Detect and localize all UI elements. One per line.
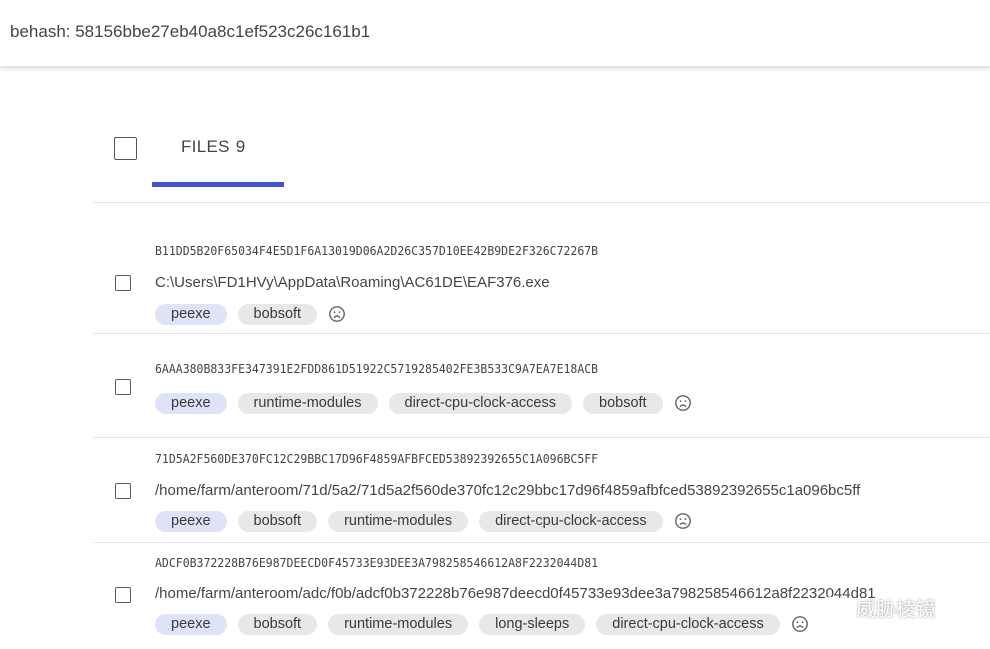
tag[interactable]: bobsoft xyxy=(237,303,318,325)
tag[interactable]: bobsoft xyxy=(583,392,663,414)
row-checkbox[interactable] xyxy=(115,379,131,395)
tag-list: peexe bobsoft runtime-modules long-sleep… xyxy=(155,613,809,635)
file-hash[interactable]: ADCF0B372228B76E987DEECD0F45733E93DEE3A7… xyxy=(155,555,598,570)
tag-list: peexe bobsoft runtime-modules direct-cpu… xyxy=(155,510,692,532)
tag[interactable]: direct-cpu-clock-access xyxy=(388,392,573,414)
watermark-text: 威胁棱镜 xyxy=(856,599,936,621)
tag[interactable]: peexe xyxy=(155,613,227,635)
tab-active-indicator xyxy=(152,182,284,187)
tag-list: peexe bobsoft xyxy=(155,303,346,325)
file-hash[interactable]: 6AAA380B833FE347391E2FDD861D51922C571928… xyxy=(155,361,598,376)
file-path: /home/farm/anteroom/71d/5a2/71d5a2f560de… xyxy=(155,482,861,499)
select-all-checkbox[interactable] xyxy=(114,137,137,160)
file-hash[interactable]: 71D5A2F560DE370FC12C29BBC17D96F4859AFBFC… xyxy=(155,451,598,466)
tab-files-count: 9 xyxy=(235,137,246,156)
sad-face-icon[interactable] xyxy=(328,305,346,323)
tag[interactable]: peexe xyxy=(155,510,227,532)
tag[interactable]: direct-cpu-clock-access xyxy=(479,510,663,532)
tag[interactable]: runtime-modules xyxy=(328,510,469,532)
sad-face-icon[interactable] xyxy=(674,394,692,412)
tag[interactable]: peexe xyxy=(155,392,227,414)
row-checkbox[interactable] xyxy=(115,275,131,291)
sad-face-icon[interactable] xyxy=(674,512,692,530)
tag[interactable]: long-sleeps xyxy=(479,613,586,635)
divider xyxy=(93,202,990,203)
divider xyxy=(93,542,990,543)
file-hash[interactable]: B11DD5B20F65034F4E5D1F6A13019D06A2D26C35… xyxy=(155,243,598,258)
top-bar: behash: 58156bbe27eb40a8c1ef523c26c161b1 xyxy=(0,0,990,67)
row-checkbox[interactable] xyxy=(115,483,131,499)
watermark: 威胁棱镜 xyxy=(818,593,936,622)
sad-face-icon[interactable] xyxy=(791,615,809,633)
divider xyxy=(93,437,990,438)
file-path: /home/farm/anteroom/adc/f0b/adcf0b372228… xyxy=(155,585,876,602)
tag[interactable]: runtime-modules xyxy=(328,613,469,635)
divider xyxy=(93,333,990,334)
tag[interactable]: direct-cpu-clock-access xyxy=(596,613,780,635)
tab-files-label: FILES xyxy=(181,137,230,156)
file-path: C:\Users\FD1HVy\AppData\Roaming\AC61DE\E… xyxy=(155,274,550,291)
tag[interactable]: bobsoft xyxy=(237,510,318,532)
row-checkbox[interactable] xyxy=(115,587,131,603)
wechat-icon xyxy=(819,596,849,619)
tab-files[interactable]: FILES 9 xyxy=(181,137,246,157)
behash-label: behash: 58156bbe27eb40a8c1ef523c26c161b1 xyxy=(10,22,371,41)
tag-list: peexe runtime-modules direct-cpu-clock-a… xyxy=(155,392,692,414)
tag[interactable]: peexe xyxy=(155,303,227,325)
tag[interactable]: runtime-modules xyxy=(237,392,378,414)
tag[interactable]: bobsoft xyxy=(237,613,318,635)
